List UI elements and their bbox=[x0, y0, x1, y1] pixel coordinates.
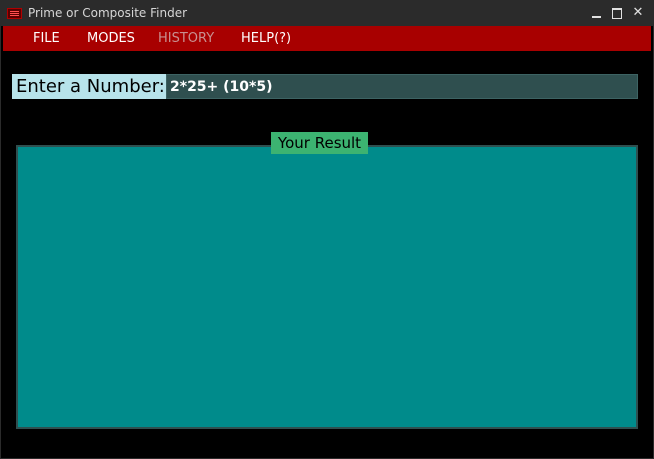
app-icon bbox=[7, 8, 22, 19]
menu-file[interactable]: FILE bbox=[33, 31, 60, 46]
menu-bar: FILE MODES HISTORY HELP(?) bbox=[3, 26, 651, 51]
title-bar: Prime or Composite Finder ✕ bbox=[1, 1, 653, 26]
window-title: Prime or Composite Finder bbox=[28, 6, 188, 20]
number-input-label: Enter a Number: bbox=[12, 74, 166, 99]
close-icon[interactable]: ✕ bbox=[629, 5, 647, 21]
app-window: Prime or Composite Finder ✕ FILE MODES H… bbox=[0, 0, 654, 459]
result-title: Your Result bbox=[271, 132, 368, 154]
result-panel bbox=[16, 145, 638, 429]
number-input-row: Enter a Number: bbox=[12, 74, 638, 99]
menu-history[interactable]: HISTORY bbox=[158, 31, 214, 46]
menu-modes[interactable]: MODES bbox=[87, 31, 135, 46]
minimize-icon[interactable] bbox=[588, 5, 606, 21]
menu-help[interactable]: HELP(?) bbox=[241, 31, 291, 46]
number-input[interactable] bbox=[166, 74, 638, 99]
maximize-icon[interactable] bbox=[608, 5, 626, 21]
